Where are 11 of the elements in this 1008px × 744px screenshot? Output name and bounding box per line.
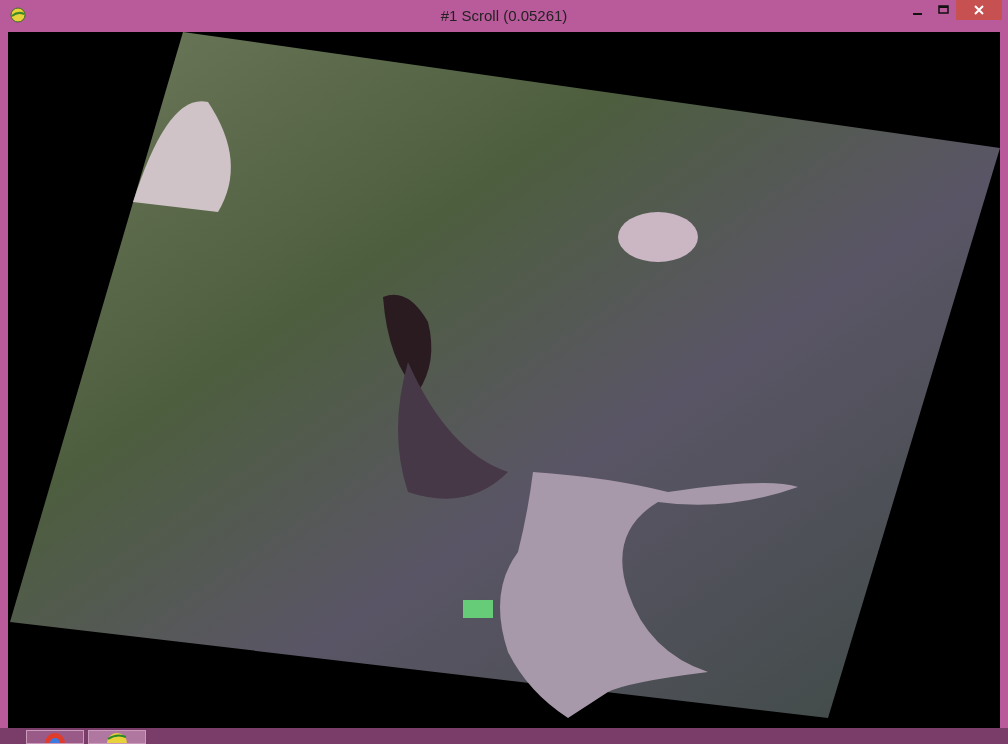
taskbar-app-button[interactable] [88,730,146,744]
maximize-icon [937,5,949,15]
close-icon [974,5,984,15]
globe-icon [105,731,129,743]
taskbar-browser-button[interactable] [26,730,84,744]
window-title: #1 Scroll (0.05261) [440,6,568,24]
app-globe-icon [10,7,26,23]
close-button[interactable] [956,0,1002,20]
vegetation-patch [463,600,493,618]
browser-icon [43,731,67,743]
minimize-icon [912,13,922,15]
